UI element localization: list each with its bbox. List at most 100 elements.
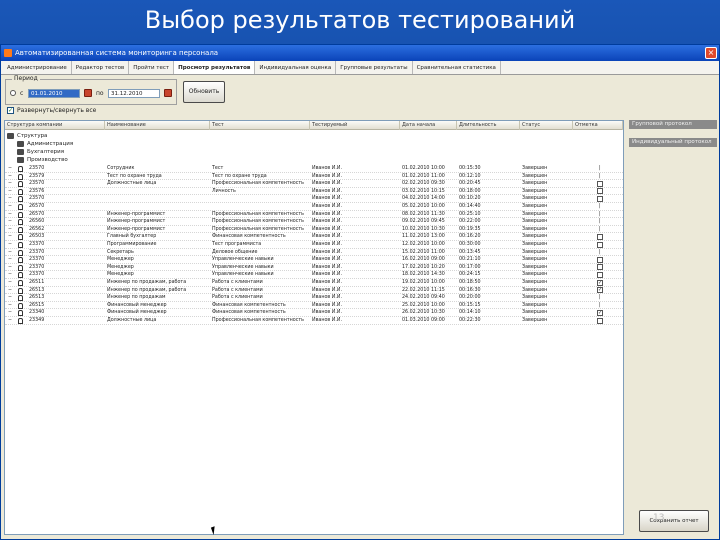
row-checkbox[interactable]: ✓ bbox=[597, 309, 603, 316]
tab-item[interactable]: Сравнительная статистика bbox=[413, 61, 501, 74]
person-icon bbox=[18, 181, 23, 188]
refresh-button[interactable]: Обновить bbox=[183, 81, 225, 103]
expand-icon[interactable]: − bbox=[8, 271, 12, 279]
expand-icon[interactable]: − bbox=[8, 195, 12, 203]
person-icon bbox=[18, 226, 23, 233]
table-row[interactable]: − 23579 Тест по охране труда Тест по охране… bbox=[5, 173, 623, 181]
expand-icon[interactable]: − bbox=[8, 165, 12, 173]
tree-node[interactable]: Бухгалтерия bbox=[17, 148, 64, 156]
expand-icon[interactable]: − bbox=[8, 173, 12, 181]
table-row[interactable]: − 23370 Программирование Тест программиста И… bbox=[5, 241, 623, 249]
tab-item[interactable]: Просмотр результатов bbox=[174, 61, 256, 74]
row-checkbox[interactable] bbox=[597, 264, 603, 271]
row-mark-icon: | bbox=[599, 173, 601, 179]
table-row[interactable]: − 26513 Инженер по продажам Работа с клиент… bbox=[5, 294, 623, 302]
table-row[interactable]: − 26570 Иванов И.И. 05.02.2010 10:00 00:14:4… bbox=[5, 203, 623, 211]
column-header[interactable]: Структура компании bbox=[5, 121, 105, 130]
row-checkbox[interactable] bbox=[597, 256, 603, 263]
side-report-button[interactable]: Групповой протокол bbox=[629, 120, 717, 129]
row-checkbox[interactable]: ✓ bbox=[597, 279, 603, 286]
period-radio[interactable] bbox=[10, 90, 16, 96]
column-header[interactable]: Тест bbox=[210, 121, 310, 130]
table-row[interactable]: − 26503 Главный бухгалтер Финансовая компет… bbox=[5, 233, 623, 241]
calendar-icon[interactable] bbox=[84, 89, 92, 97]
expand-icon[interactable]: − bbox=[8, 218, 12, 226]
row-checkbox[interactable] bbox=[597, 188, 603, 195]
date-to-field[interactable]: 31.12.2010 bbox=[108, 89, 160, 98]
table-row[interactable]: − 23576 Личность Иванов И.И. 03.02.2010 10:1… bbox=[5, 188, 623, 196]
tab-item[interactable]: Пройти тест bbox=[129, 61, 175, 74]
row-checkbox[interactable]: ✓ bbox=[597, 287, 603, 294]
column-header[interactable]: Наименование bbox=[105, 121, 210, 130]
cell-status: Завершен bbox=[522, 257, 548, 263]
table-row[interactable]: − 23570 Иванов И.И. 04.02.2010 14:00 00:10:2… bbox=[5, 195, 623, 203]
expand-icon[interactable]: − bbox=[8, 256, 12, 264]
expand-icon[interactable]: − bbox=[8, 188, 12, 196]
tab-item[interactable]: Администрирование bbox=[3, 61, 72, 74]
cell-date: 10.02.2010 10:30 bbox=[402, 226, 445, 232]
cell-test: Работа с клиентами bbox=[212, 280, 263, 285]
row-checkbox[interactable] bbox=[597, 180, 603, 187]
expand-icon[interactable]: − bbox=[8, 302, 12, 310]
expand-all-checkbox[interactable]: ✓ bbox=[7, 107, 14, 114]
expand-icon[interactable]: − bbox=[8, 309, 12, 317]
expand-icon[interactable]: − bbox=[8, 233, 12, 241]
cell-person: Иванов И.И. bbox=[312, 287, 343, 293]
tree-root[interactable]: Структура bbox=[7, 132, 47, 140]
column-header[interactable]: Тестируемый bbox=[310, 121, 400, 130]
row-checkbox[interactable] bbox=[597, 317, 603, 324]
column-header[interactable]: Отметка bbox=[573, 121, 623, 130]
table-row[interactable]: − 23570 Сотрудник Тест Иванов И.И. 01.02.2010… bbox=[5, 165, 623, 173]
tab-item[interactable]: Редактор тестов bbox=[72, 61, 130, 74]
table-row[interactable]: − 26570 Инженер-программист Профессиональна… bbox=[5, 211, 623, 219]
table-row[interactable]: − 26560 Инженер-программист Профессиональна… bbox=[5, 218, 623, 226]
expand-icon[interactable]: − bbox=[8, 226, 12, 234]
close-icon[interactable]: × bbox=[705, 47, 717, 59]
table-row[interactable]: − 23370 Менеджер Управленческие навыки Ивано… bbox=[5, 256, 623, 264]
table-row[interactable]: − 26562 Инженер-программист Профессиональна… bbox=[5, 226, 623, 234]
row-checkbox[interactable] bbox=[597, 195, 603, 202]
tab-item[interactable]: Индивидуальная оценка bbox=[255, 61, 337, 74]
table-row[interactable]: − 23340 Финансовый менеджер Финансовая комп… bbox=[5, 309, 623, 317]
expand-icon[interactable]: − bbox=[8, 180, 12, 188]
cell-person: Иванов И.И. bbox=[312, 249, 343, 255]
cell-id: 23370 bbox=[29, 257, 45, 263]
expand-icon[interactable]: − bbox=[8, 249, 12, 257]
expand-icon[interactable]: − bbox=[8, 317, 12, 325]
column-header[interactable]: Дата начала bbox=[400, 121, 457, 130]
expand-icon[interactable]: − bbox=[8, 203, 12, 211]
tree-node[interactable]: Производство bbox=[17, 156, 68, 164]
tab-item[interactable]: Групповые результаты bbox=[336, 61, 413, 74]
table-row[interactable]: − 26513 Инженер по продажам, работа Работа … bbox=[5, 287, 623, 295]
row-checkbox[interactable] bbox=[597, 233, 603, 240]
cell-id: 23370 bbox=[29, 249, 45, 255]
expand-icon[interactable]: − bbox=[8, 241, 12, 249]
cell-date: 04.02.2010 14:00 bbox=[402, 196, 445, 202]
expand-icon[interactable]: − bbox=[8, 264, 12, 272]
cell-name: Инженер-программист bbox=[107, 226, 166, 232]
table-row[interactable]: − 23370 Секретарь Деловое общение Иванов И.И… bbox=[5, 249, 623, 257]
expand-icon[interactable]: − bbox=[8, 287, 12, 295]
cell-status: Завершен bbox=[522, 318, 548, 323]
save-report-button[interactable]: Сохранить отчет bbox=[639, 510, 709, 532]
table-row[interactable]: − 23349 Должностные лица Профессиональная к… bbox=[5, 317, 623, 325]
side-report-button[interactable]: Индивидуальный протокол bbox=[629, 138, 717, 147]
table-row[interactable]: − 23570 Должностные лица Профессиональная к… bbox=[5, 180, 623, 188]
table-row[interactable]: − 23370 Менеджер Управленческие навыки Ивано… bbox=[5, 264, 623, 272]
expand-icon[interactable]: − bbox=[8, 294, 12, 302]
column-header[interactable]: Статус bbox=[520, 121, 573, 130]
column-header[interactable]: Длительность bbox=[457, 121, 520, 130]
calendar-icon[interactable] bbox=[164, 89, 172, 97]
row-checkbox[interactable] bbox=[597, 241, 603, 248]
table-row[interactable]: − 26511 Инженер по продажам, работа Работа … bbox=[5, 279, 623, 287]
cell-name: Сотрудник bbox=[107, 166, 135, 171]
cell-date: 16.02.2010 09:00 bbox=[402, 257, 445, 263]
date-from-field[interactable]: 01.01.2010 bbox=[28, 89, 80, 98]
person-icon bbox=[18, 211, 23, 218]
row-checkbox[interactable] bbox=[597, 271, 603, 278]
tree-node[interactable]: Администрация bbox=[17, 140, 73, 148]
table-row[interactable]: − 26515 Финансовый менеджер Финансовая комп… bbox=[5, 302, 623, 310]
expand-icon[interactable]: − bbox=[8, 279, 12, 287]
expand-icon[interactable]: − bbox=[8, 211, 12, 219]
table-row[interactable]: − 23370 Менеджер Управленческие навыки Ивано… bbox=[5, 271, 623, 279]
